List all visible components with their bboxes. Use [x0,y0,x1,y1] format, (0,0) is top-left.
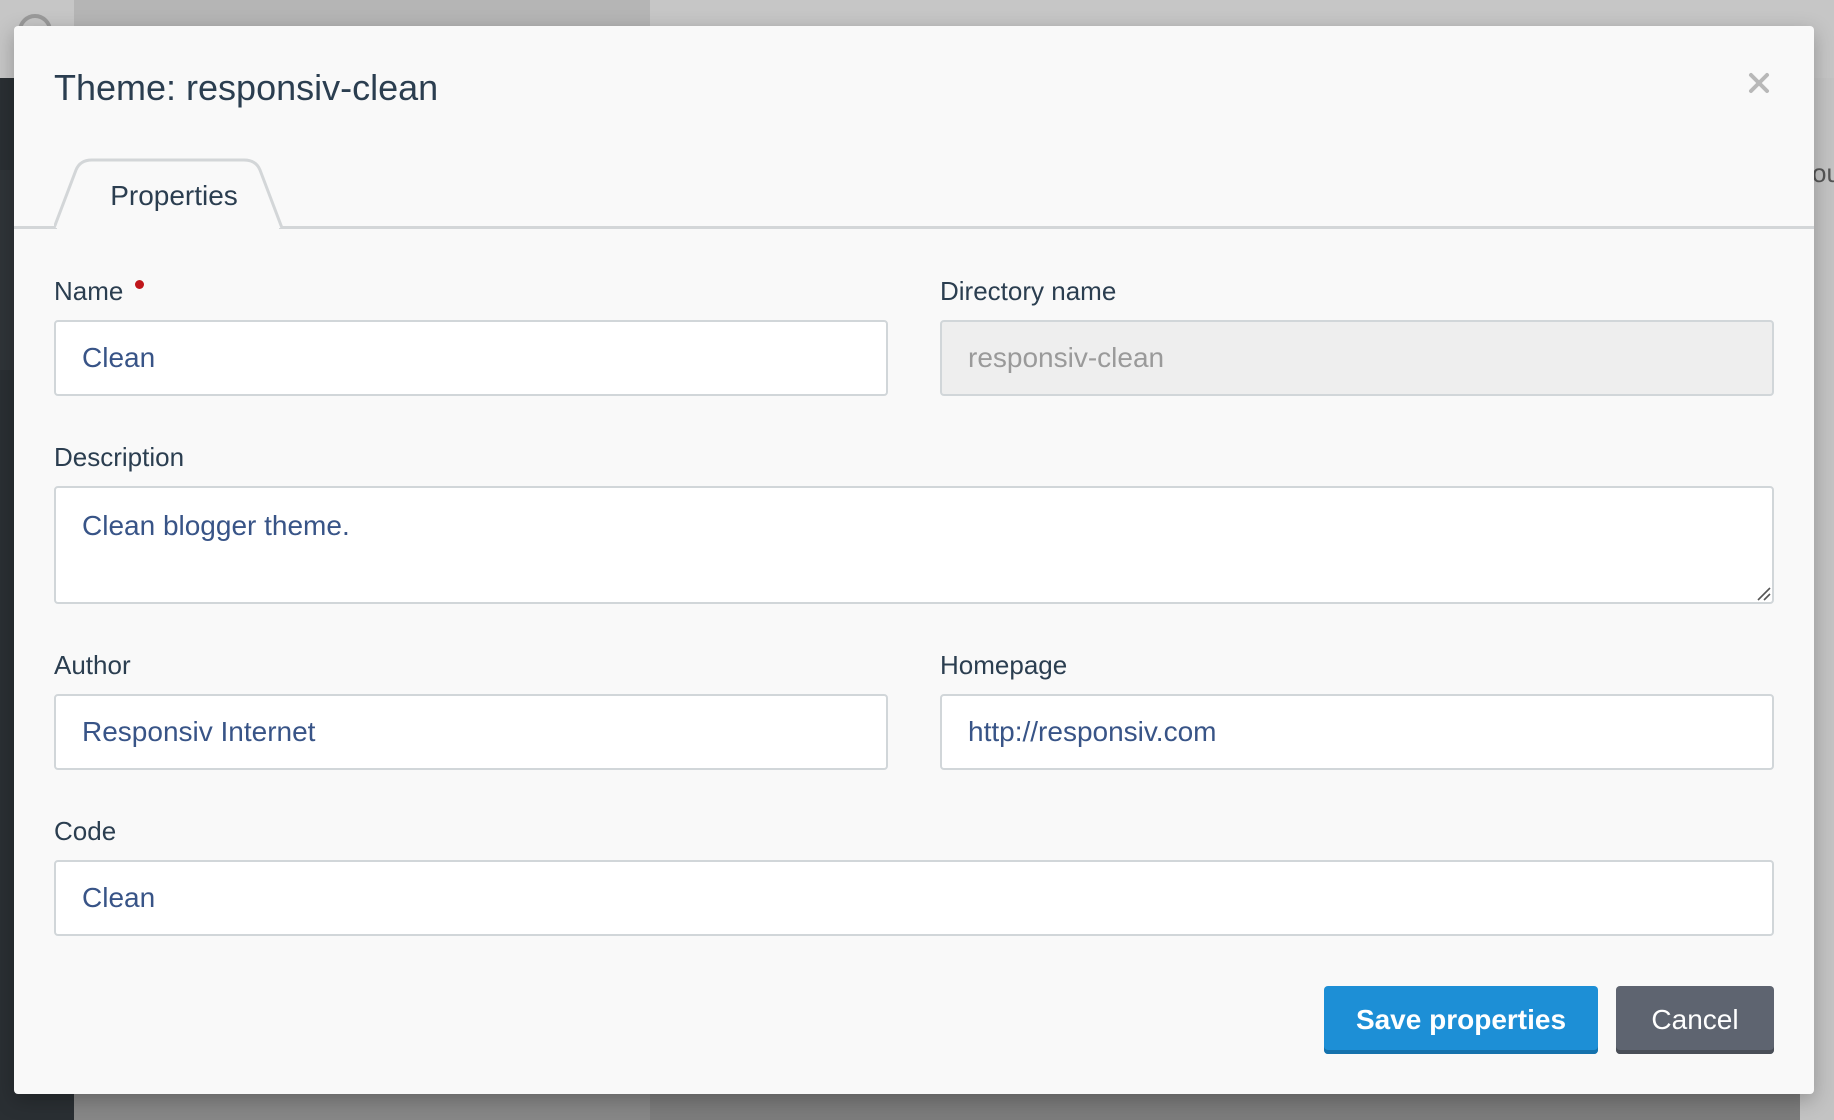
name-label: Name [54,276,124,306]
cancel-button[interactable]: Cancel [1616,986,1774,1054]
name-input[interactable] [54,320,888,396]
background-partial-text: ou [1812,158,1834,188]
background-bottom-panel [74,1090,650,1120]
author-label: Author [54,650,131,680]
required-dot-icon [135,280,144,289]
save-properties-button[interactable]: Save properties [1324,986,1598,1054]
tab-label: Properties [110,180,238,211]
author-input[interactable] [54,694,888,770]
description-textarea[interactable]: Clean blogger theme. [54,486,1774,604]
directory-name-label: Directory name [940,276,1117,306]
description-label: Description [54,442,185,472]
close-icon [1749,73,1769,93]
code-input[interactable] [54,860,1774,936]
directory-name-input [940,320,1774,396]
tab-properties[interactable]: Properties [54,156,294,230]
homepage-input[interactable] [940,694,1774,770]
close-button[interactable] [1742,66,1776,100]
theme-properties-modal: Theme: responsiv-clean Properties Name D… [14,26,1814,1094]
modal-title: Theme: responsiv-clean [54,67,439,108]
homepage-label: Homepage [940,650,1068,680]
resize-grip-icon[interactable] [1756,586,1772,602]
code-label: Code [54,816,117,846]
